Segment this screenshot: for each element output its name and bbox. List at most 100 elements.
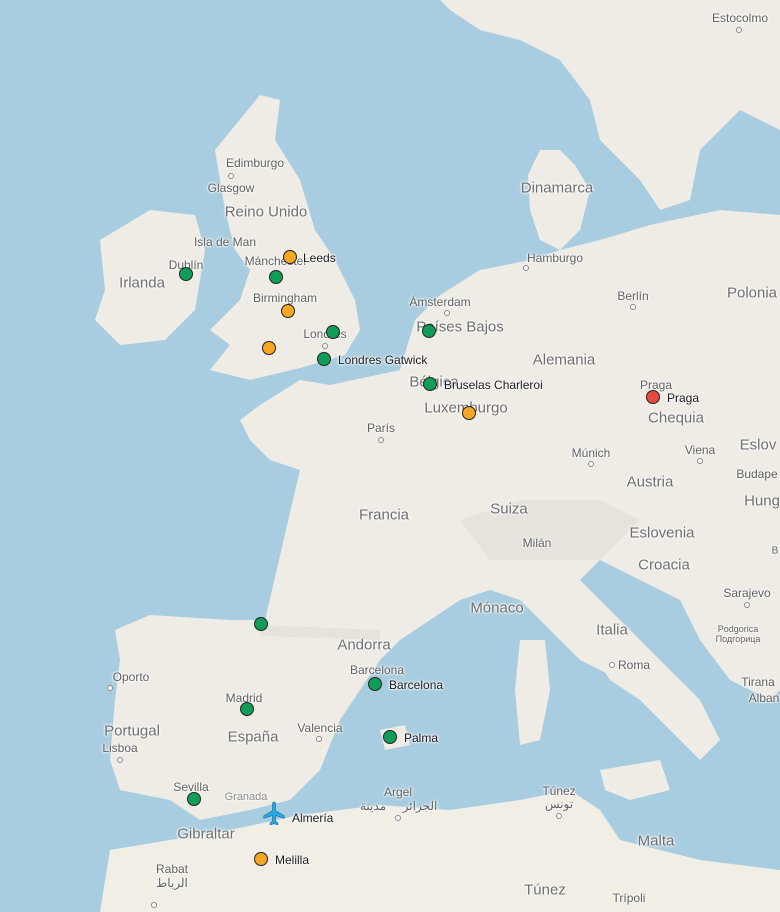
city-dot bbox=[697, 458, 703, 464]
marker-praga[interactable] bbox=[646, 390, 660, 404]
city-label-oporto: Oporto bbox=[112, 670, 150, 684]
city-dot bbox=[151, 902, 157, 908]
city-dot bbox=[523, 265, 529, 271]
city-label-tunez: Túnez bbox=[542, 784, 576, 798]
country-label-alemania: Alemania bbox=[532, 351, 596, 369]
marker-label-praga[interactable]: Praga bbox=[667, 391, 699, 405]
marker-label-palma[interactable]: Palma bbox=[404, 731, 438, 745]
city-label-estocolmo: Estocolmo bbox=[711, 11, 769, 25]
city-label-birmingham: Birmingham bbox=[252, 291, 318, 305]
airplane-icon[interactable] bbox=[261, 801, 287, 832]
map-base bbox=[0, 0, 780, 912]
city-label-edimburgo: Edimburgo bbox=[225, 156, 285, 170]
city-dot bbox=[630, 304, 636, 310]
marker-label-melilla[interactable]: Melilla bbox=[275, 853, 309, 867]
country-label-eslovenia: Eslovenia bbox=[629, 524, 695, 542]
country-label-tunez: Túnez bbox=[524, 881, 566, 899]
country-label-austria: Austria bbox=[626, 473, 674, 491]
city-label-londres: Londres bbox=[303, 327, 347, 341]
marker-londres-gatwick[interactable] bbox=[317, 352, 331, 366]
city-label-argel-arabic-2: مدينة bbox=[359, 799, 387, 813]
city-dot bbox=[444, 310, 450, 316]
country-label-suiza: Suiza bbox=[490, 500, 528, 518]
city-label-budape: Budape bbox=[736, 467, 778, 481]
country-label-dinamarca: Dinamarca bbox=[520, 179, 594, 197]
marker-bristol[interactable] bbox=[262, 341, 276, 355]
city-label-sarajevo: Sarajevo bbox=[723, 586, 771, 600]
city-label-hamburgo: Hamburgo bbox=[526, 251, 584, 265]
marker-leeds[interactable] bbox=[283, 250, 297, 264]
city-dot bbox=[117, 757, 123, 763]
marker-manchester[interactable] bbox=[269, 270, 283, 284]
marker-label-barcelona[interactable]: Barcelona bbox=[389, 678, 443, 692]
marker-sevilla[interactable] bbox=[187, 792, 201, 806]
marker-bruselas-charleroi[interactable] bbox=[423, 377, 437, 391]
city-dot bbox=[588, 461, 594, 467]
city-dot bbox=[228, 173, 234, 179]
city-dot bbox=[609, 662, 615, 668]
city-label-barcelona: Barcelona bbox=[349, 663, 405, 677]
city-label-lisboa: Lisboa bbox=[102, 741, 138, 755]
marker-birmingham[interactable] bbox=[281, 304, 295, 318]
city-dot bbox=[107, 685, 113, 691]
city-label-tunez-arabic: تونس bbox=[544, 797, 574, 811]
country-label-reino-unido: Reino Unido bbox=[224, 203, 308, 221]
country-label-andorra: Andorra bbox=[337, 636, 391, 654]
city-dot bbox=[322, 343, 328, 349]
city-label-amsterdam: Ámsterdam bbox=[409, 295, 471, 309]
city-dot bbox=[744, 602, 750, 608]
city-label-tirana: Tirana bbox=[741, 675, 775, 689]
marker-label-londres-gatwick[interactable]: Londres Gatwick bbox=[338, 353, 427, 367]
city-label-podgorica: Podgorica bbox=[717, 624, 759, 634]
marker-palma[interactable] bbox=[383, 730, 397, 744]
marker-santander[interactable] bbox=[254, 617, 268, 631]
country-label-monaco: Mónaco bbox=[470, 599, 524, 617]
city-label-viena: Viena bbox=[684, 443, 716, 457]
marker-label-leeds[interactable]: Leeds bbox=[303, 251, 336, 265]
city-dot bbox=[395, 815, 401, 821]
city-label-munich: Múnich bbox=[571, 446, 611, 460]
city-label-isla-de-man: Isla de Man bbox=[193, 235, 257, 249]
city-dot bbox=[316, 736, 322, 742]
country-label-gibraltar: Gibraltar bbox=[177, 825, 235, 843]
country-label-chequia: Chequia bbox=[648, 409, 704, 427]
city-dot bbox=[736, 27, 742, 33]
city-label-argel-arabic: الجزائر bbox=[402, 799, 438, 813]
origin-label-almeria[interactable]: Almería bbox=[292, 811, 333, 825]
country-label-malta: Malta bbox=[637, 832, 675, 850]
country-label-polonia: Polonia bbox=[726, 284, 778, 302]
city-dot bbox=[556, 813, 562, 819]
marker-dublin[interactable] bbox=[179, 267, 193, 281]
marker-madrid[interactable] bbox=[240, 702, 254, 716]
country-label-portugal: Portugal bbox=[104, 722, 160, 740]
city-label-podgorica-cyrillic: Подгорица bbox=[715, 634, 761, 644]
city-label-glasgow: Glasgow bbox=[207, 181, 255, 195]
city-label-tripoli: Trípoli bbox=[612, 891, 646, 905]
country-label-hung: Hung bbox=[744, 492, 780, 510]
city-label-paris: París bbox=[366, 421, 396, 435]
city-label-argel: Argel bbox=[383, 785, 413, 799]
marker-londres-stansted[interactable] bbox=[326, 325, 340, 339]
city-label-roma: Roma bbox=[617, 658, 651, 672]
marker-luxemburgo[interactable] bbox=[462, 406, 476, 420]
city-dot bbox=[378, 437, 384, 443]
country-label-italia: Italia bbox=[596, 621, 628, 639]
airplane-icon-svg bbox=[263, 801, 285, 826]
marker-label-bruselas-charleroi[interactable]: Bruselas Charleroi bbox=[444, 378, 543, 392]
city-label-rabat-arabic: الرباط bbox=[156, 876, 188, 890]
country-label-eslov: Eslov bbox=[739, 436, 777, 454]
city-label-rabat: Rabat bbox=[155, 862, 189, 876]
country-label-croacia: Croacia bbox=[638, 556, 690, 574]
city-label-berlin: Berlín bbox=[617, 289, 649, 303]
map-canvas[interactable]: Reino Unido Irlanda Dinamarca Países Baj… bbox=[0, 0, 780, 912]
city-label-alban: Alban bbox=[748, 691, 780, 705]
city-label-valencia: Valencia bbox=[297, 721, 343, 735]
country-label-irlanda: Irlanda bbox=[119, 274, 165, 292]
city-label-b: B bbox=[771, 545, 779, 557]
marker-amsterdam[interactable] bbox=[422, 324, 436, 338]
country-label-francia: Francia bbox=[358, 506, 410, 524]
city-label-manchester: Mánchester bbox=[244, 254, 308, 268]
marker-barcelona[interactable] bbox=[368, 677, 382, 691]
marker-melilla[interactable] bbox=[254, 852, 268, 866]
city-label-milan: Milán bbox=[522, 536, 552, 550]
